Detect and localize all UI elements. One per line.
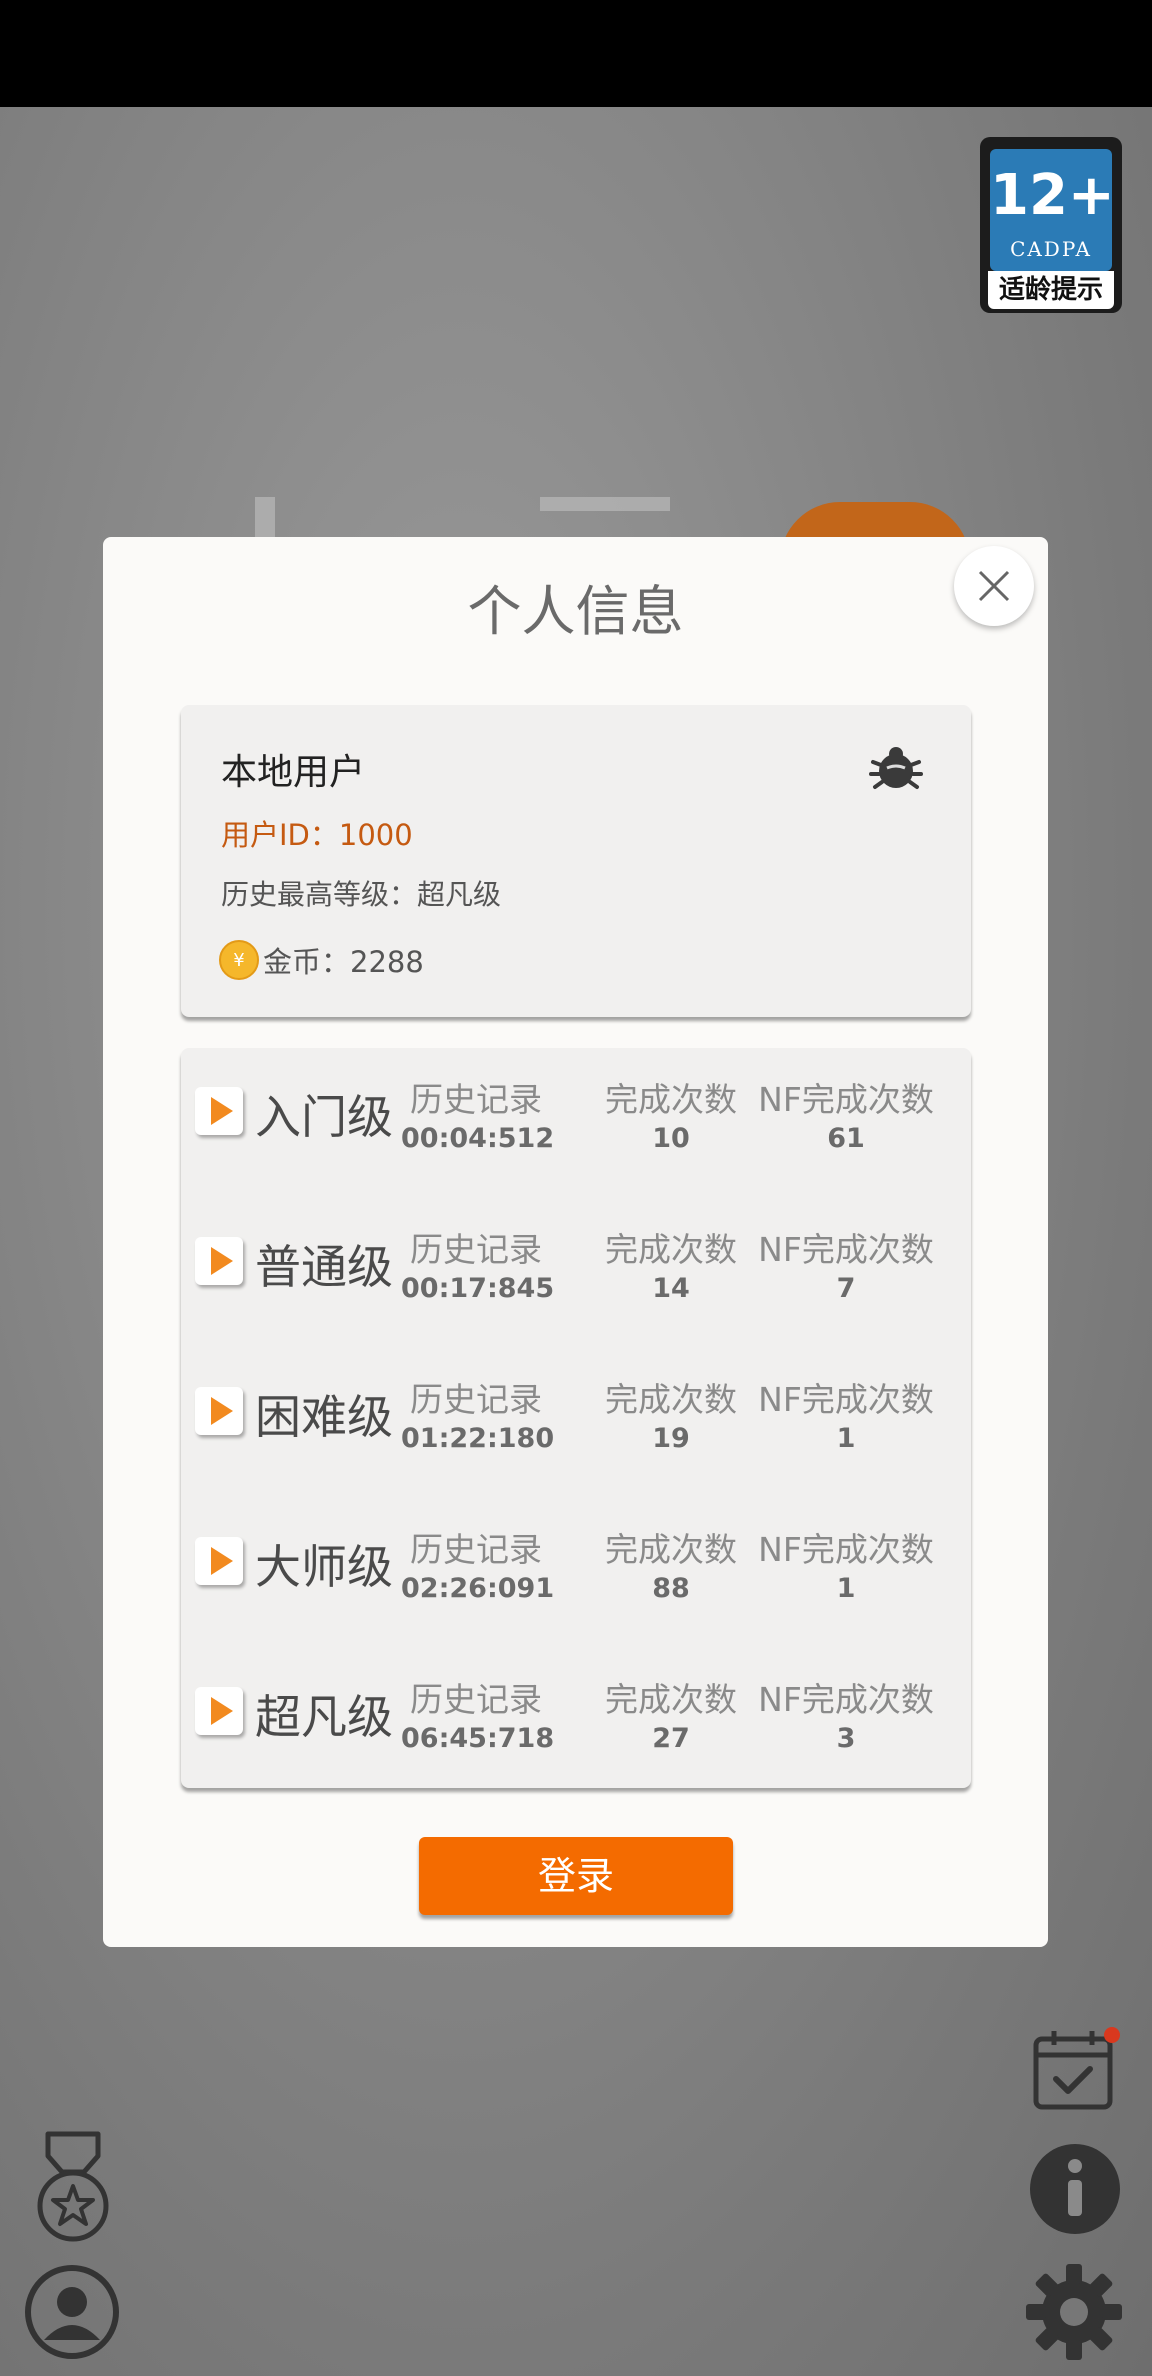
play-button[interactable] bbox=[195, 1087, 243, 1135]
close-icon bbox=[978, 570, 1010, 602]
gear-icon[interactable] bbox=[1024, 2262, 1124, 2362]
completion-column: 完成次数 27 bbox=[601, 1673, 741, 1754]
level-name: 超凡级 bbox=[255, 1690, 393, 1744]
completion-value: 27 bbox=[652, 1723, 690, 1754]
play-button[interactable] bbox=[195, 1237, 243, 1285]
completion-value: 14 bbox=[652, 1273, 690, 1304]
record-value: 06:45:718 bbox=[401, 1723, 555, 1754]
bug-icon[interactable] bbox=[867, 740, 925, 798]
user-id: 用户ID：1000 bbox=[221, 818, 413, 852]
bg-title-fragment bbox=[540, 497, 670, 511]
coin-balance: ¥ 金币：2288 bbox=[219, 939, 424, 981]
play-icon bbox=[211, 1547, 233, 1575]
level-row: 超凡级 历史记录 06:45:718 完成次数 27 NF完成次数 3 bbox=[181, 1663, 971, 1763]
nf-completion-column: NF完成次数 61 bbox=[756, 1073, 936, 1154]
highest-level: 历史最高等级：超凡级 bbox=[221, 878, 502, 911]
user-icon[interactable] bbox=[24, 2264, 120, 2360]
age-rating-caption: 适龄提示 bbox=[988, 271, 1114, 309]
nf-completion-column: NF完成次数 7 bbox=[756, 1223, 936, 1304]
status-bar bbox=[0, 0, 1152, 107]
completion-column: 完成次数 14 bbox=[601, 1223, 741, 1304]
coin-icon: ¥ bbox=[219, 940, 259, 980]
age-rating-number: 12+ bbox=[990, 163, 1115, 228]
profile-dialog: 个人信息 本地用户 用户ID：1000 历史最高等级：超凡级 ¥ 金币：2288 bbox=[103, 537, 1048, 1947]
record-value: 00:04:512 bbox=[401, 1123, 555, 1154]
play-button[interactable] bbox=[195, 1387, 243, 1435]
level-name: 困难级 bbox=[255, 1390, 393, 1444]
level-row: 入门级 历史记录 00:04:512 完成次数 10 NF完成次数 61 bbox=[181, 1063, 971, 1163]
age-rating-org: CADPA bbox=[1010, 237, 1092, 261]
play-icon bbox=[211, 1397, 233, 1425]
nf-completion-value: 61 bbox=[827, 1123, 865, 1154]
level-row: 普通级 历史记录 00:17:845 完成次数 14 NF完成次数 7 bbox=[181, 1213, 971, 1313]
record-column: 历史记录 00:17:845 bbox=[401, 1230, 555, 1304]
record-value: 00:17:845 bbox=[401, 1273, 555, 1304]
nf-completion-column: NF完成次数 3 bbox=[756, 1673, 936, 1754]
play-icon bbox=[211, 1247, 233, 1275]
level-row: 困难级 历史记录 01:22:180 完成次数 19 NF完成次数 1 bbox=[181, 1363, 971, 1463]
coin-label: 金币：2288 bbox=[263, 945, 424, 979]
calendar-check-icon[interactable] bbox=[1030, 2025, 1122, 2117]
level-name: 普通级 bbox=[255, 1240, 393, 1294]
nf-completion-column: NF完成次数 1 bbox=[756, 1523, 936, 1604]
completion-value: 88 bbox=[652, 1573, 690, 1604]
medal-icon[interactable] bbox=[32, 2130, 114, 2246]
completion-column: 完成次数 10 bbox=[601, 1073, 741, 1154]
completion-column: 完成次数 19 bbox=[601, 1373, 741, 1454]
nf-completion-value: 1 bbox=[836, 1573, 856, 1604]
level-name: 入门级 bbox=[255, 1090, 393, 1144]
play-icon bbox=[211, 1697, 233, 1725]
level-row: 大师级 历史记录 02:26:091 完成次数 88 NF完成次数 1 bbox=[181, 1513, 971, 1613]
level-name: 大师级 bbox=[255, 1540, 393, 1594]
nf-completion-value: 1 bbox=[836, 1423, 856, 1454]
record-column: 历史记录 00:04:512 bbox=[401, 1080, 555, 1154]
record-column: 历史记录 06:45:718 bbox=[401, 1680, 555, 1754]
info-icon[interactable] bbox=[1028, 2142, 1122, 2236]
user-info-card: 本地用户 用户ID：1000 历史最高等级：超凡级 ¥ 金币：2288 bbox=[181, 705, 971, 1017]
close-button[interactable] bbox=[954, 546, 1034, 626]
play-button[interactable] bbox=[195, 1537, 243, 1585]
record-value: 01:22:180 bbox=[401, 1423, 555, 1454]
login-button[interactable]: 登录 bbox=[419, 1837, 733, 1915]
completion-column: 完成次数 88 bbox=[601, 1523, 741, 1604]
play-button[interactable] bbox=[195, 1687, 243, 1735]
record-value: 02:26:091 bbox=[401, 1573, 555, 1604]
record-column: 历史记录 01:22:180 bbox=[401, 1380, 555, 1454]
user-name: 本地用户 bbox=[221, 752, 366, 793]
nf-completion-value: 3 bbox=[836, 1723, 856, 1754]
level-stats-card: 入门级 历史记录 00:04:512 完成次数 10 NF完成次数 61 普通级 历史… bbox=[181, 1048, 971, 1788]
nf-completion-value: 7 bbox=[836, 1273, 856, 1304]
completion-value: 10 bbox=[652, 1123, 690, 1154]
dialog-title: 个人信息 bbox=[467, 580, 684, 643]
record-column: 历史记录 02:26:091 bbox=[401, 1530, 555, 1604]
play-icon bbox=[211, 1097, 233, 1125]
age-rating-badge: 12+ CADPA 适龄提示 bbox=[980, 137, 1122, 313]
completion-value: 19 bbox=[652, 1423, 690, 1454]
nf-completion-column: NF完成次数 1 bbox=[756, 1373, 936, 1454]
